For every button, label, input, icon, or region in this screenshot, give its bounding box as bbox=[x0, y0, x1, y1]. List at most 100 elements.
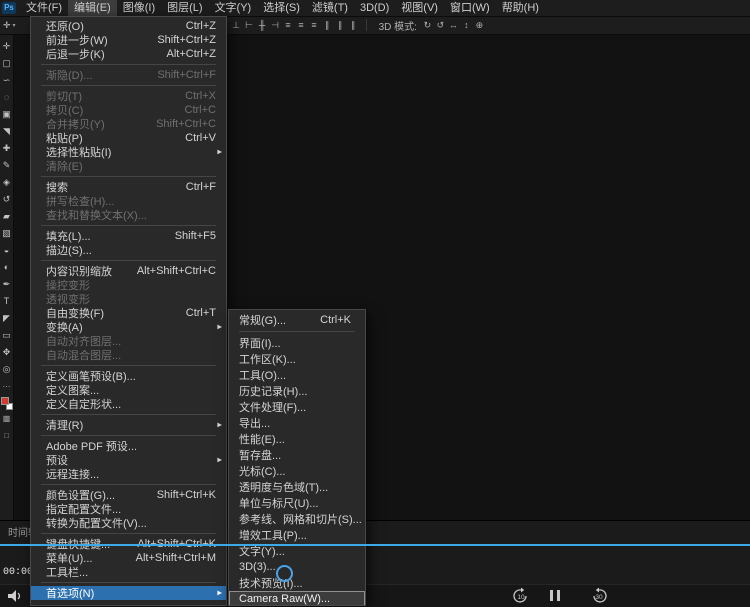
edit-menu-item[interactable]: 变换(A)▶ bbox=[31, 320, 226, 334]
edit-menu-item[interactable]: 定义画笔预设(B)... bbox=[31, 369, 226, 383]
edit-menu-item[interactable]: 定义图案... bbox=[31, 383, 226, 397]
edit-menu-item[interactable]: 转换为配置文件(V)... bbox=[31, 516, 226, 530]
pref-menu-item[interactable]: 暂存盘... bbox=[229, 447, 365, 463]
edit-menu-item[interactable]: 定义自定形状... bbox=[31, 397, 226, 411]
align-left-edges-icon[interactable]: ⊢ bbox=[243, 20, 256, 31]
edit-menu-item[interactable]: 颜色设置(G)...Shift+Ctrl+K bbox=[31, 488, 226, 502]
pref-menu-item[interactable]: 参考线、网格和切片(S)... bbox=[229, 511, 365, 527]
edit-menu-item[interactable]: 粘贴(P)Ctrl+V bbox=[31, 131, 226, 145]
edit-menu-item[interactable]: 还原(O)Ctrl+Z bbox=[31, 19, 226, 33]
distribute-horizontal-centers-icon[interactable]: ∥ bbox=[334, 20, 347, 31]
pref-menu-item[interactable]: 技术预览(I)... bbox=[229, 575, 365, 591]
healing-brush-tool-icon[interactable]: ✚ bbox=[0, 140, 14, 157]
3d-drag-icon[interactable]: ↔ bbox=[447, 20, 460, 30]
path-selection-tool-icon[interactable]: ◤ bbox=[0, 310, 14, 327]
pref-menu-item[interactable]: 文件处理(F)... bbox=[229, 399, 365, 415]
pref-menu-item[interactable]: Camera Raw(W)... bbox=[229, 591, 365, 606]
clone-stamp-tool-icon[interactable]: ◈ bbox=[0, 174, 14, 191]
zoom-tool-icon[interactable]: ◎ bbox=[0, 361, 14, 378]
edit-menu-item[interactable]: 清除(E) bbox=[31, 159, 226, 173]
menubar-item-3[interactable]: 图像(I) bbox=[117, 0, 161, 16]
edit-menu-item[interactable]: Adobe PDF 预设... bbox=[31, 439, 226, 453]
edit-menu-item[interactable]: 操控变形 bbox=[31, 278, 226, 292]
pref-menu-item[interactable]: 透明度与色域(T)... bbox=[229, 479, 365, 495]
distribute-top-edges-icon[interactable]: ≡ bbox=[282, 20, 295, 30]
crop-tool-icon[interactable]: ▣ bbox=[0, 106, 14, 123]
edit-menu-item[interactable]: 自动对齐图层... bbox=[31, 334, 226, 348]
edit-menu-item[interactable]: 工具栏... bbox=[31, 565, 226, 579]
move-tool-icon[interactable]: ✛ bbox=[0, 38, 14, 55]
pref-menu-item[interactable]: 常规(G)...Ctrl+K bbox=[229, 312, 365, 328]
edit-menu-item[interactable]: 描边(S)... bbox=[31, 243, 226, 257]
edit-menu-item[interactable]: 清理(R)▶ bbox=[31, 418, 226, 432]
pref-menu-item[interactable]: 3D(3)... bbox=[229, 559, 365, 575]
3d-rotate-icon[interactable]: ↻ bbox=[421, 20, 434, 31]
pref-menu-item[interactable]: 工具(O)... bbox=[229, 367, 365, 383]
brush-tool-icon[interactable]: ✎ bbox=[0, 157, 14, 174]
pref-menu-item[interactable]: 历史记录(H)... bbox=[229, 383, 365, 399]
dodge-tool-icon[interactable]: ◐ bbox=[0, 259, 14, 276]
blur-tool-icon[interactable]: ◒ bbox=[0, 242, 14, 259]
edit-menu-item[interactable]: 填充(L)...Shift+F5 bbox=[31, 229, 226, 243]
distribute-bottom-edges-icon[interactable]: ≡ bbox=[308, 20, 321, 30]
distribute-right-edges-icon[interactable]: ∥ bbox=[347, 20, 360, 31]
edit-menu-item[interactable]: 拼写检查(H)... bbox=[31, 194, 226, 208]
pref-menu-item[interactable]: 光标(C)... bbox=[229, 463, 365, 479]
menubar-item-10[interactable]: 窗口(W) bbox=[444, 0, 496, 16]
hand-tool-icon[interactable]: ✥ bbox=[0, 344, 14, 361]
edit-menu-item[interactable]: 渐隐(D)...Shift+Ctrl+F bbox=[31, 68, 226, 82]
pref-menu-item[interactable]: 界面(I)... bbox=[229, 335, 365, 351]
skip-back-10-icon[interactable]: 10 bbox=[512, 587, 530, 605]
menubar-item-9[interactable]: 视图(V) bbox=[395, 0, 444, 16]
eyedropper-tool-icon[interactable]: ◥ bbox=[0, 123, 14, 140]
foreground-color-swatch[interactable] bbox=[1, 397, 9, 405]
quick-mask-icon[interactable]: ▩ bbox=[0, 410, 14, 427]
edit-menu-item[interactable]: 选择性粘贴(I)▶ bbox=[31, 145, 226, 159]
gradient-tool-icon[interactable]: ▧ bbox=[0, 225, 14, 242]
edit-menu-item[interactable]: 后退一步(K)Alt+Ctrl+Z bbox=[31, 47, 226, 61]
eraser-tool-icon[interactable]: ▰ bbox=[0, 208, 14, 225]
screen-mode-icon[interactable]: □ bbox=[0, 427, 14, 444]
menubar-item-4[interactable]: 图层(L) bbox=[161, 0, 208, 16]
menubar-item-5[interactable]: 文字(Y) bbox=[209, 0, 258, 16]
distribute-left-edges-icon[interactable]: ∥ bbox=[321, 20, 334, 31]
pause-icon[interactable] bbox=[550, 590, 560, 601]
edit-menu-item[interactable]: 菜单(U)...Alt+Shift+Ctrl+M bbox=[31, 551, 226, 565]
quick-selection-tool-icon[interactable]: ◌ bbox=[0, 89, 14, 106]
menubar-item-7[interactable]: 滤镜(T) bbox=[306, 0, 354, 16]
menubar-item-2[interactable]: 编辑(E) bbox=[68, 0, 117, 16]
edit-menu-item[interactable]: 透视变形 bbox=[31, 292, 226, 306]
align-bottom-edges-icon[interactable]: ⊥ bbox=[230, 20, 243, 31]
menubar-item-11[interactable]: 帮助(H) bbox=[496, 0, 545, 16]
edit-menu-item[interactable]: 首选项(N)▶ bbox=[31, 586, 226, 600]
edit-toolbar-icon[interactable]: ⋯ bbox=[0, 378, 14, 395]
distribute-vertical-centers-icon[interactable]: ≡ bbox=[295, 20, 308, 30]
pref-menu-item[interactable]: 性能(E)... bbox=[229, 431, 365, 447]
menubar-item-6[interactable]: 选择(S) bbox=[257, 0, 306, 16]
edit-menu-item[interactable]: 内容识别缩放Alt+Shift+Ctrl+C bbox=[31, 264, 226, 278]
edit-menu-item[interactable]: 前进一步(W)Shift+Ctrl+Z bbox=[31, 33, 226, 47]
align-horizontal-centers-icon[interactable]: ╫ bbox=[256, 20, 269, 30]
3d-slide-icon[interactable]: ↕ bbox=[460, 20, 473, 30]
audio-icon[interactable] bbox=[6, 588, 24, 604]
3d-roll-icon[interactable]: ↺ bbox=[434, 20, 447, 31]
current-tool-icon[interactable]: ✛ bbox=[3, 20, 11, 31]
edit-menu-item[interactable]: 拷贝(C)Ctrl+C bbox=[31, 103, 226, 117]
skip-forward-30-icon[interactable]: 30 bbox=[590, 587, 608, 605]
pref-menu-item[interactable]: 工作区(K)... bbox=[229, 351, 365, 367]
type-tool-icon[interactable]: T bbox=[0, 293, 14, 310]
shape-tool-icon[interactable]: ▭ bbox=[0, 327, 14, 344]
history-brush-tool-icon[interactable]: ↺ bbox=[0, 191, 14, 208]
menubar-item-1[interactable]: 文件(F) bbox=[20, 0, 68, 16]
marquee-tool-icon[interactable]: ▢ bbox=[0, 55, 14, 72]
edit-menu-item[interactable]: 自由变换(F)Ctrl+T bbox=[31, 306, 226, 320]
pref-menu-item[interactable]: 单位与标尺(U)... bbox=[229, 495, 365, 511]
pen-tool-icon[interactable]: ✒ bbox=[0, 276, 14, 293]
3d-scale-icon[interactable]: ⊕ bbox=[473, 20, 486, 31]
edit-menu-item[interactable]: 合并拷贝(Y)Shift+Ctrl+C bbox=[31, 117, 226, 131]
edit-menu-item[interactable]: 剪切(T)Ctrl+X bbox=[31, 89, 226, 103]
edit-menu-item[interactable]: 查找和替换文本(X)... bbox=[31, 208, 226, 222]
menubar-item-8[interactable]: 3D(D) bbox=[354, 0, 395, 16]
timeline-progress-line[interactable] bbox=[0, 544, 750, 546]
align-right-edges-icon[interactable]: ⊣ bbox=[269, 20, 282, 31]
